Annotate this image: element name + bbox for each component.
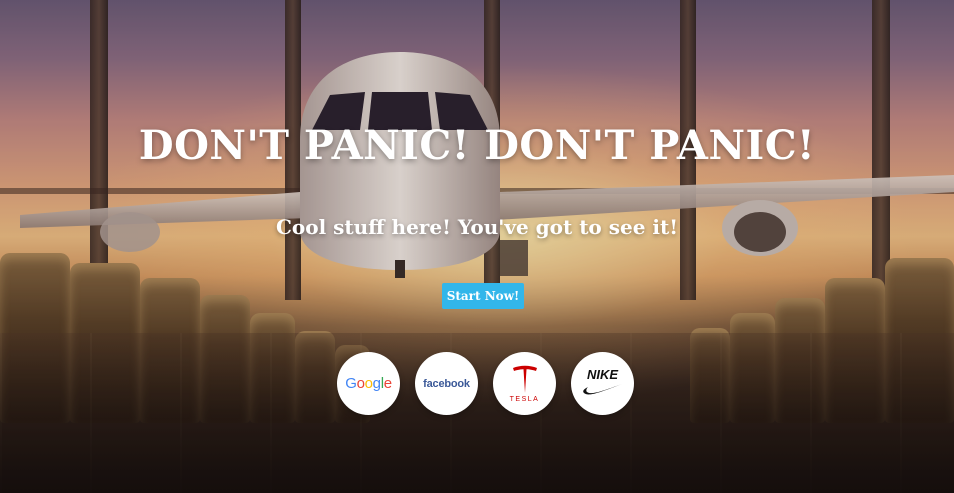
tesla-t-icon (512, 365, 537, 393)
swoosh-icon (582, 383, 622, 394)
start-now-button[interactable]: Start Now! (442, 283, 524, 309)
partner-logos: Google facebook TESLA NIKE (337, 352, 635, 416)
facebook-logo[interactable]: facebook (415, 352, 478, 415)
google-logo[interactable]: Google (337, 352, 400, 415)
tesla-logo[interactable]: TESLA (493, 352, 556, 415)
nike-logo[interactable]: NIKE (571, 352, 634, 415)
tesla-wordmark: TESLA (509, 395, 540, 403)
nike-wordmark: NIKE (586, 366, 619, 382)
hero-headline: DON'T PANIC! DON'T PANIC! (138, 122, 816, 169)
google-wordmark: Google (345, 375, 392, 392)
hero-subheadline: Cool stuff here! You've got to see it! (275, 215, 679, 239)
hero-content: DON'T PANIC! DON'T PANIC! Cool stuff her… (0, 0, 954, 493)
facebook-wordmark: facebook (423, 377, 470, 390)
